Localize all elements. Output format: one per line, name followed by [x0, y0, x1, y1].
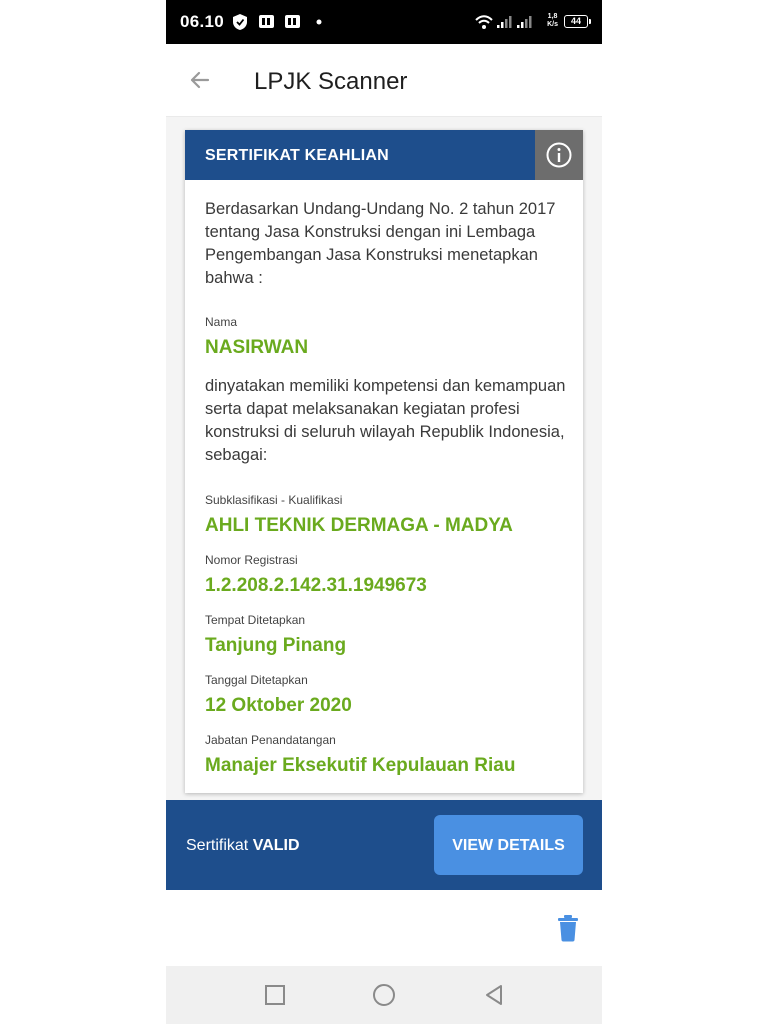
tempat-label: Tempat Ditetapkan [205, 613, 306, 627]
status-bar: 06.10 1,8 K/s 44 [166, 0, 602, 44]
sim-card-icon [259, 15, 274, 28]
nomor-registrasi-value: 1.2.208.2.142.31.1949673 [205, 575, 427, 596]
system-nav-bar [166, 966, 602, 1024]
status-time: 06.10 [180, 12, 225, 31]
statement-text: dinyatakan memiliki kompetensi dan kemam… [205, 377, 566, 464]
card-body: Berdasarkan Undang-Undang No. 2 tahun 20… [205, 198, 583, 777]
wifi-icon [475, 15, 493, 29]
signal-bars-icon [517, 16, 532, 28]
recent-apps-icon[interactable] [263, 983, 287, 1007]
signal-bars-icon [497, 16, 512, 28]
back-triangle-icon[interactable] [482, 983, 506, 1007]
jabatan-value: Manajer Eksekutif Kepulauan Riau [205, 755, 516, 776]
phone-screen: 06.10 1,8 K/s 44 LPJK Scanner SERTIFIKAT… [166, 0, 602, 1024]
shield-icon [233, 14, 247, 30]
tanggal-label: Tanggal Ditetapkan [205, 673, 308, 687]
subklasifikasi-label: Subklasifikasi - Kualifikasi [205, 493, 343, 507]
intro-text: Berdasarkan Undang-Undang No. 2 tahun 20… [205, 200, 556, 287]
info-button[interactable] [535, 130, 583, 180]
network-speed-value: 1,8 [547, 13, 558, 20]
tempat-value: Tanjung Pinang [205, 635, 347, 656]
card-header: SERTIFIKAT KEAHLIAN [185, 130, 583, 180]
notification-dot-icon [316, 19, 322, 25]
battery-level: 44 [570, 16, 581, 26]
tanggal-value: 12 Oktober 2020 [205, 695, 352, 716]
trash-icon[interactable] [556, 914, 580, 942]
subklasifikasi-value: AHLI TEKNIK DERMAGA - MADYA [205, 515, 513, 536]
valid-prefix: Sertifikat [186, 837, 249, 854]
content-area: SERTIFIKAT KEAHLIAN Berdasarkan Undang-U… [166, 117, 602, 800]
home-icon[interactable] [372, 983, 396, 1007]
valid-status: VALID [252, 837, 300, 854]
app-title: LPJK Scanner [254, 68, 408, 95]
valid-status-text: Sertifikat VALID [186, 837, 300, 855]
nomor-registrasi-label: Nomor Registrasi [205, 553, 298, 567]
jabatan-label: Jabatan Penandatangan [205, 733, 336, 747]
network-speed: 1,8 K/s [547, 13, 558, 29]
view-details-button[interactable]: VIEW DETAILS [434, 815, 583, 875]
sim-card-icon [285, 15, 300, 28]
card-header-title: SERTIFIKAT KEAHLIAN [205, 147, 389, 164]
info-icon [546, 142, 572, 168]
nama-value: NASIRWAN [205, 337, 309, 358]
arrow-left-icon[interactable] [186, 66, 214, 94]
app-bar: LPJK Scanner [166, 44, 602, 117]
nama-label: Nama [205, 315, 238, 329]
valid-status-bar: Sertifikat VALID VIEW DETAILS [166, 800, 602, 890]
battery-icon: 44 [564, 15, 591, 28]
network-speed-unit: K/s [547, 21, 558, 28]
certificate-card: SERTIFIKAT KEAHLIAN Berdasarkan Undang-U… [185, 130, 583, 793]
